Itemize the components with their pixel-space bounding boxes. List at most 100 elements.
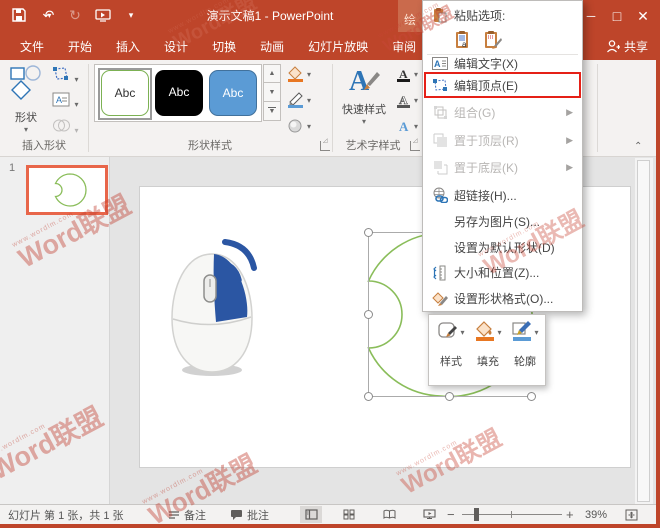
zoom-in-button[interactable]: + bbox=[566, 505, 574, 524]
text-effects-button[interactable]: A▾ bbox=[396, 118, 418, 134]
shape-outline-button[interactable]: ▾ bbox=[287, 92, 311, 108]
selection-handle-bottom-left[interactable] bbox=[364, 392, 373, 401]
vertical-scrollbar[interactable] bbox=[635, 158, 653, 504]
slide-number: 1 bbox=[9, 162, 15, 174]
group-icon bbox=[428, 105, 452, 120]
selection-edge-top bbox=[372, 232, 424, 233]
hyperlink-icon bbox=[428, 187, 452, 203]
tab-animations[interactable]: 动画 bbox=[248, 32, 296, 60]
gallery-more-icon[interactable]: ▼ bbox=[263, 102, 281, 121]
insert-shapes-group-label: 插入形状 bbox=[0, 137, 88, 153]
tab-home[interactable]: 开始 bbox=[56, 32, 104, 60]
menu-item-size-position[interactable]: 大小和位置(Z)... bbox=[424, 260, 581, 285]
save-icon[interactable] bbox=[10, 5, 28, 25]
menu-item-group: 组合(G) ▶ bbox=[424, 100, 581, 125]
style-swatch-blue[interactable]: Abc bbox=[209, 70, 257, 116]
menu-item-bring-to-front: 置于顶层(R) ▶ bbox=[424, 127, 581, 153]
shape-styles-gallery: Abc Abc Abc bbox=[94, 64, 262, 122]
comments-button[interactable]: 批注 bbox=[230, 505, 269, 524]
shape-effects-button[interactable]: ▾ bbox=[287, 118, 311, 134]
quick-styles-label: 快速样式 bbox=[338, 101, 390, 117]
style-label: 样式 bbox=[433, 353, 469, 369]
qat-customize-icon[interactable]: ▾ bbox=[122, 5, 140, 25]
tab-design[interactable]: 设计 bbox=[152, 32, 200, 60]
fill-button[interactable]: ▾ 填充 bbox=[470, 320, 506, 369]
selection-handle-top-left[interactable] bbox=[364, 228, 373, 237]
paste-options-header: 粘贴选项: bbox=[424, 4, 581, 26]
submenu-arrow-icon: ▶ bbox=[566, 107, 573, 118]
menu-item-save-as-picture[interactable]: 另存为图片(S)... bbox=[424, 209, 581, 234]
slideshow-view-icon bbox=[423, 509, 436, 520]
slide-sorter-icon bbox=[343, 509, 355, 520]
tab-insert[interactable]: 插入 bbox=[104, 32, 152, 60]
style-swatch-green[interactable]: Abc bbox=[101, 70, 149, 116]
style-icon bbox=[437, 320, 459, 342]
fill-label: 填充 bbox=[470, 353, 506, 369]
svg-text:a: a bbox=[462, 40, 467, 49]
text-fill-button[interactable]: A▾ bbox=[396, 66, 418, 82]
svg-text:A: A bbox=[399, 67, 408, 81]
shapes-label: 形状 bbox=[6, 109, 46, 125]
tab-file[interactable]: 文件 bbox=[8, 32, 56, 60]
comments-label: 批注 bbox=[247, 507, 269, 523]
undo-icon[interactable]: ↶▾ bbox=[38, 5, 56, 25]
shapes-dropdown-icon: ▾ bbox=[6, 125, 46, 134]
svg-text:A: A bbox=[349, 66, 370, 96]
menu-item-set-default-shape[interactable]: 设置为默认形状(D) bbox=[424, 235, 581, 259]
slideshow-view-button[interactable] bbox=[418, 506, 440, 523]
menu-item-edit-text[interactable]: A 编辑文字(X) bbox=[424, 53, 581, 73]
maximize-button[interactable]: □ bbox=[604, 0, 630, 32]
window-border-bottom bbox=[0, 524, 660, 528]
zoom-out-button[interactable]: − bbox=[447, 505, 455, 524]
style-button[interactable]: ▾ 样式 bbox=[433, 320, 469, 369]
comments-icon bbox=[230, 509, 243, 520]
selection-handle-mid-left[interactable] bbox=[364, 310, 373, 319]
svg-text:A: A bbox=[399, 93, 408, 107]
tab-transitions[interactable]: 切换 bbox=[200, 32, 248, 60]
start-slideshow-icon[interactable] bbox=[94, 5, 112, 25]
edit-shape-icon bbox=[52, 66, 70, 82]
shapes-gallery-button[interactable]: 形状 ▾ bbox=[6, 64, 46, 134]
tab-slideshow[interactable]: 幻灯片放映 bbox=[296, 32, 380, 60]
fit-to-window-button[interactable] bbox=[620, 506, 642, 523]
paste-picture-button[interactable] bbox=[481, 27, 506, 52]
share-button[interactable]: 共享 bbox=[600, 32, 654, 60]
shape-fill-button[interactable]: ▾ bbox=[287, 66, 311, 82]
edit-points-highlight-box bbox=[424, 72, 581, 98]
quick-styles-button[interactable]: A 快速样式 ▾ bbox=[338, 64, 390, 126]
text-box-button[interactable]: A ▾ bbox=[52, 92, 78, 112]
shape-styles-group-label: 形状样式 bbox=[88, 137, 332, 153]
edit-shape-button[interactable]: ▾ bbox=[52, 66, 78, 87]
gallery-down-icon[interactable]: ▼ bbox=[263, 83, 281, 102]
paste-keep-text-button[interactable]: a bbox=[451, 27, 476, 52]
gallery-up-icon[interactable]: ▲ bbox=[263, 64, 281, 83]
slide-sorter-view-button[interactable] bbox=[338, 506, 360, 523]
normal-view-button[interactable] bbox=[300, 506, 322, 523]
wordart-dialog-launcher-icon[interactable] bbox=[410, 141, 420, 151]
mouse-illustration[interactable] bbox=[163, 218, 268, 380]
menu-item-hyperlink[interactable]: 超链接(H)... bbox=[424, 182, 581, 208]
selection-handle-bottom-mid[interactable] bbox=[445, 392, 454, 401]
notes-button[interactable]: 备注 bbox=[168, 505, 206, 524]
menu-item-format-shape[interactable]: 设置形状格式(O)... bbox=[424, 286, 581, 311]
selection-handle-bottom-right[interactable] bbox=[527, 392, 536, 401]
tab-review[interactable]: 审阅 bbox=[380, 32, 428, 60]
gallery-scroll: ▲ ▼ ▼ bbox=[263, 64, 281, 122]
edit-text-icon: A bbox=[428, 57, 452, 70]
undo-dropdown-icon[interactable]: ▾ bbox=[47, 11, 51, 20]
context-menu: 粘贴选项: a A 编辑文字(X) 编辑顶点(E) 组合(G) ▶ bbox=[422, 0, 583, 312]
reading-view-button[interactable] bbox=[378, 506, 400, 523]
wordart-group-label: 艺术字样式 bbox=[332, 137, 414, 153]
outline-button[interactable]: ▾ 轮廓 bbox=[507, 320, 543, 369]
shape-styles-dialog-launcher-icon[interactable] bbox=[320, 141, 330, 151]
close-button[interactable]: ✕ bbox=[630, 0, 656, 32]
zoom-slider-thumb[interactable] bbox=[474, 508, 479, 521]
slide-thumbnail[interactable] bbox=[26, 165, 108, 215]
style-swatch-black[interactable]: Abc bbox=[155, 70, 203, 116]
shape-fill-icon bbox=[287, 66, 304, 82]
zoom-percentage[interactable]: 39% bbox=[585, 505, 607, 524]
text-outline-button[interactable]: A▾ bbox=[396, 92, 418, 108]
shape-effects-icon bbox=[287, 118, 304, 134]
svg-text:A: A bbox=[56, 95, 62, 105]
collapse-ribbon-icon[interactable]: ⌃ bbox=[634, 141, 642, 152]
